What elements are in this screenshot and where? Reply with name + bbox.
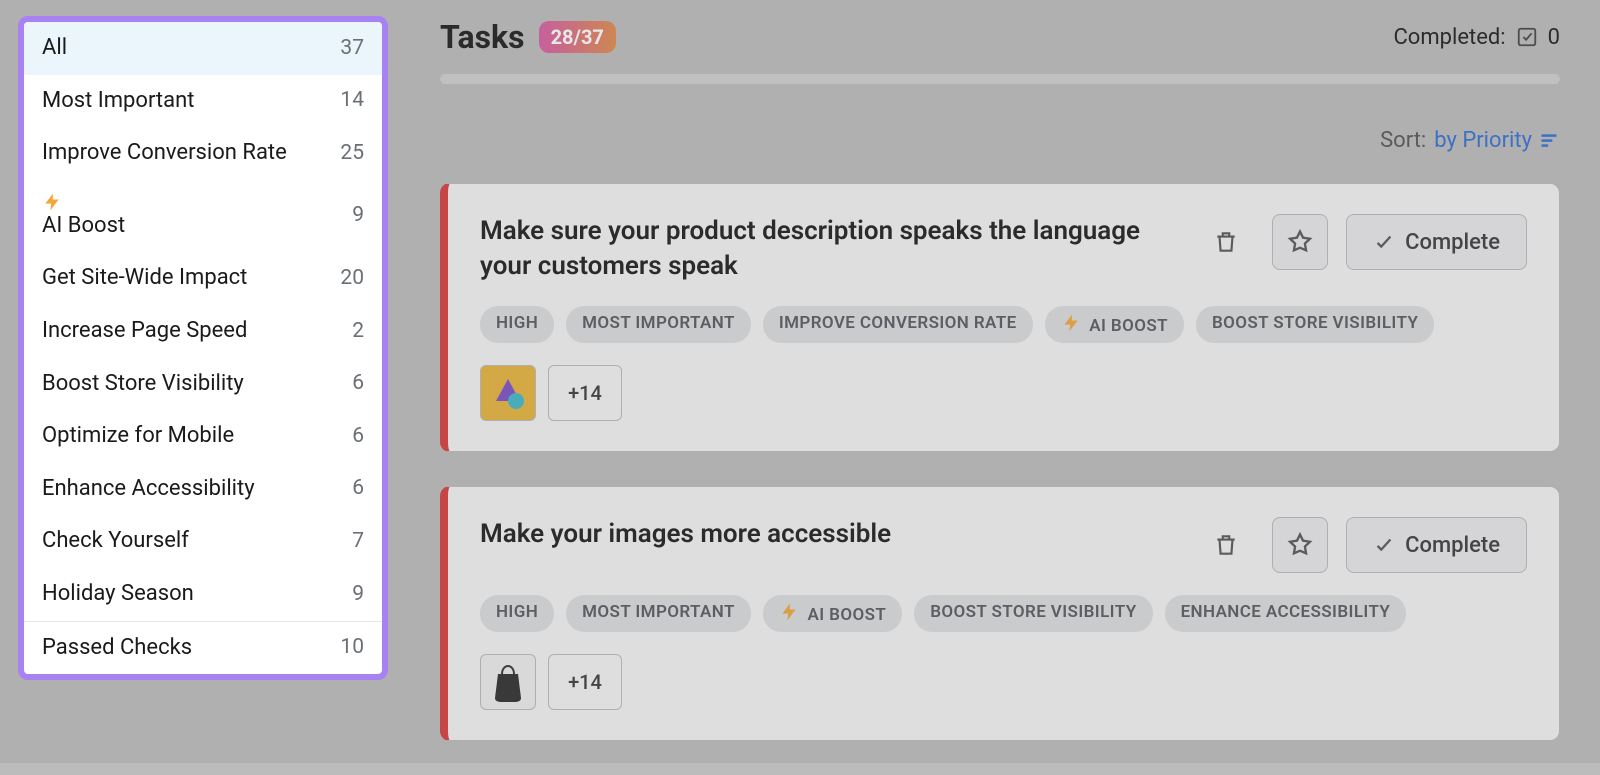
more-thumbnails-button[interactable]: +14 — [548, 365, 622, 421]
sidebar-item-count: 6 — [352, 370, 364, 397]
main-content: Tasks 28/37 Completed: 0 Sort: by Priori… — [440, 18, 1560, 775]
sort-icon — [1538, 131, 1560, 151]
sort-selector[interactable]: by Priority — [1434, 128, 1560, 153]
more-thumbnails-button[interactable]: +14 — [548, 654, 622, 710]
sidebar-item-ai-boost[interactable]: AI Boost 9 — [24, 180, 382, 253]
bolt-icon — [1061, 313, 1085, 333]
task-thumbnails: +14 — [480, 654, 1527, 710]
checkbox-done-icon — [1516, 26, 1538, 48]
trash-icon — [1213, 532, 1239, 558]
task-list: Make sure your product description speak… — [440, 183, 1560, 741]
complete-button[interactable]: Complete — [1346, 517, 1527, 573]
thumbnail[interactable] — [480, 654, 536, 710]
sidebar-item-all[interactable]: All 37 — [24, 22, 382, 75]
sidebar-item-count: 9 — [352, 202, 364, 229]
bolt-icon — [42, 192, 125, 212]
task-head: Make sure your product description speak… — [480, 214, 1527, 284]
tag: IMPROVE CONVERSION RATE — [763, 306, 1033, 343]
sidebar-item-increase-page-speed[interactable]: Increase Page Speed 2 — [24, 305, 382, 358]
task-title: Make sure your product description speak… — [480, 214, 1168, 284]
sidebar-item-count: 2 — [352, 318, 364, 345]
sidebar-item-label: Check Yourself — [42, 527, 189, 556]
tag: BOOST STORE VISIBILITY — [1196, 306, 1434, 343]
sidebar-highlight-frame: All 37 Most Important 14 Improve Conversion … — [18, 16, 388, 680]
delete-button[interactable] — [1198, 214, 1254, 270]
sort-value: by Priority — [1434, 128, 1532, 153]
sidebar-item-label: All — [42, 34, 67, 63]
delete-button[interactable] — [1198, 517, 1254, 573]
sidebar-item-get-site-wide-impact[interactable]: Get Site-Wide Impact 20 — [24, 252, 382, 305]
complete-label: Complete — [1405, 533, 1500, 558]
bolt-icon — [779, 602, 803, 622]
tag: AI BOOST — [1045, 306, 1184, 343]
task-head: Make your images more accessible Complete — [480, 517, 1527, 573]
sidebar-item-label: Improve Conversion Rate — [42, 139, 287, 168]
sidebar-item-label: Increase Page Speed — [42, 317, 247, 346]
sort-row: Sort: by Priority — [440, 128, 1560, 153]
trash-icon — [1213, 229, 1239, 255]
tag: AI BOOST — [763, 595, 902, 632]
star-icon — [1286, 531, 1314, 559]
tag: ENHANCE ACCESSIBILITY — [1165, 595, 1407, 632]
check-icon — [1373, 534, 1395, 556]
task-title: Make your images more accessible — [480, 517, 891, 552]
sidebar-item-count: 20 — [340, 265, 364, 292]
sidebar-item-label: Holiday Season — [42, 580, 194, 609]
task-card: Make sure your product description speak… — [440, 183, 1560, 452]
tag: BOOST STORE VISIBILITY — [914, 595, 1152, 632]
task-tags: HIGH MOST IMPORTANT IMPROVE CONVERSION RAT… — [480, 306, 1527, 343]
sidebar-item-count: 10 — [340, 634, 364, 661]
sidebar-item-label: Enhance Accessibility — [42, 475, 255, 504]
check-icon — [1373, 231, 1395, 253]
progress-bar — [440, 74, 1560, 84]
sidebar-item-enhance-accessibility[interactable]: Enhance Accessibility 6 — [24, 463, 382, 516]
task-count-badge: 28/37 — [539, 21, 616, 53]
sidebar-item-count: 6 — [352, 475, 364, 502]
star-button[interactable] — [1272, 517, 1328, 573]
completed-label: Completed: — [1393, 25, 1505, 50]
thumbnail[interactable] — [480, 365, 536, 421]
sidebar-item-label: Optimize for Mobile — [42, 422, 234, 451]
sidebar-item-label: Get Site-Wide Impact — [42, 264, 247, 293]
completed-count: 0 — [1548, 25, 1560, 50]
task-card: Make your images more accessible Complete… — [440, 486, 1560, 741]
sidebar-item-label: Most Important — [42, 87, 194, 116]
sidebar-item-label: AI Boost — [42, 192, 125, 241]
sidebar-item-count: 25 — [340, 140, 364, 167]
page-title: Tasks — [440, 18, 525, 56]
sidebar-item-count: 14 — [340, 87, 364, 114]
sidebar-item-label: Boost Store Visibility — [42, 370, 244, 399]
header-row: Tasks 28/37 Completed: 0 — [440, 18, 1560, 56]
star-button[interactable] — [1272, 214, 1328, 270]
sidebar-item-optimize-for-mobile[interactable]: Optimize for Mobile 6 — [24, 410, 382, 463]
sidebar-item-improve-conversion-rate[interactable]: Improve Conversion Rate 25 — [24, 127, 382, 180]
tag: MOST IMPORTANT — [566, 306, 751, 343]
sidebar-item-most-important[interactable]: Most Important 14 — [24, 75, 382, 128]
sidebar: All 37 Most Important 14 Improve Conversion … — [18, 16, 388, 680]
tag: MOST IMPORTANT — [566, 595, 751, 632]
task-actions: Complete — [1198, 517, 1527, 573]
sidebar-item-count: 7 — [352, 528, 364, 555]
star-icon — [1286, 228, 1314, 256]
task-thumbnails: +14 — [480, 365, 1527, 421]
sidebar-item-count: 9 — [352, 581, 364, 608]
task-actions: Complete — [1198, 214, 1527, 270]
complete-label: Complete — [1405, 230, 1500, 255]
header-left: Tasks 28/37 — [440, 18, 616, 56]
sidebar-item-label: Passed Checks — [42, 634, 192, 663]
sidebar-item-boost-store-visibility[interactable]: Boost Store Visibility 6 — [24, 358, 382, 411]
sidebar-item-count: 6 — [352, 423, 364, 450]
task-tags: HIGH MOST IMPORTANT AI BOOST BOOST STORE V… — [480, 595, 1527, 632]
sidebar-item-holiday-season[interactable]: Holiday Season 9 — [24, 568, 382, 621]
complete-button[interactable]: Complete — [1346, 214, 1527, 270]
sidebar-item-count: 37 — [340, 35, 364, 62]
sidebar-item-check-yourself[interactable]: Check Yourself 7 — [24, 515, 382, 568]
tag: HIGH — [480, 306, 554, 343]
tag: HIGH — [480, 595, 554, 632]
sidebar-item-passed-checks[interactable]: Passed Checks 10 — [24, 622, 382, 675]
sort-label: Sort: — [1380, 128, 1426, 153]
completed-summary: Completed: 0 — [1393, 25, 1560, 50]
